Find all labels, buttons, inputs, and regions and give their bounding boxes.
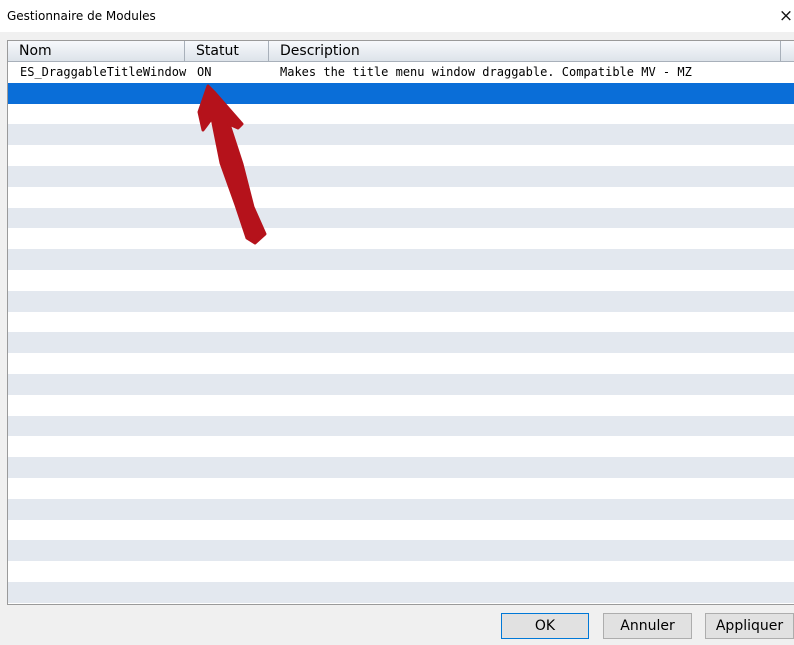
module-status: ON bbox=[197, 65, 212, 79]
table-row[interactable] bbox=[8, 165, 794, 187]
table-row[interactable] bbox=[8, 269, 794, 291]
table-row[interactable] bbox=[8, 373, 794, 395]
table-row[interactable] bbox=[8, 394, 794, 416]
table-row[interactable] bbox=[8, 249, 794, 270]
table-row[interactable] bbox=[8, 186, 794, 208]
window-title: Gestionnaire de Modules bbox=[7, 9, 156, 23]
column-header-nom[interactable]: Nom bbox=[8, 41, 185, 61]
module-name: ES_DraggableTitleWindow bbox=[20, 65, 187, 79]
table-row[interactable] bbox=[8, 124, 794, 146]
ok-button[interactable]: OK bbox=[501, 613, 589, 639]
module-description: Makes the title menu window draggable. C… bbox=[280, 65, 692, 79]
table-row[interactable] bbox=[8, 145, 794, 166]
module-list[interactable]: Nom Statut Description ES_DraggableTitle… bbox=[7, 40, 794, 605]
table-row[interactable] bbox=[8, 228, 794, 250]
table-row[interactable] bbox=[8, 477, 794, 499]
table-row[interactable] bbox=[8, 561, 794, 582]
table-row[interactable] bbox=[8, 103, 794, 125]
table-row[interactable]: ES_DraggableTitleWindow ON Makes the tit… bbox=[8, 62, 794, 83]
table-row[interactable] bbox=[8, 498, 794, 520]
table-row[interactable] bbox=[8, 602, 794, 604]
close-icon[interactable]: × bbox=[778, 4, 794, 28]
table-row[interactable] bbox=[8, 82, 794, 104]
table-row[interactable] bbox=[8, 311, 794, 333]
table-row[interactable] bbox=[8, 332, 794, 354]
table-row[interactable] bbox=[8, 353, 794, 374]
table-row[interactable] bbox=[8, 415, 794, 437]
table-row[interactable] bbox=[8, 540, 794, 562]
table-row[interactable] bbox=[8, 519, 794, 541]
title-bar: Gestionnaire de Modules × bbox=[0, 0, 794, 32]
table-row[interactable] bbox=[8, 207, 794, 229]
table-row[interactable] bbox=[8, 581, 794, 603]
table-row[interactable] bbox=[8, 290, 794, 312]
column-header-statut[interactable]: Statut bbox=[185, 41, 269, 61]
table-row[interactable] bbox=[8, 436, 794, 458]
list-header: Nom Statut Description bbox=[8, 41, 794, 62]
table-row[interactable] bbox=[8, 457, 794, 478]
cancel-button[interactable]: Annuler bbox=[603, 613, 692, 639]
apply-button[interactable]: Appliquer bbox=[705, 613, 794, 639]
column-header-description[interactable]: Description bbox=[269, 41, 781, 61]
list-rows: ES_DraggableTitleWindow ON Makes the tit… bbox=[8, 62, 794, 604]
